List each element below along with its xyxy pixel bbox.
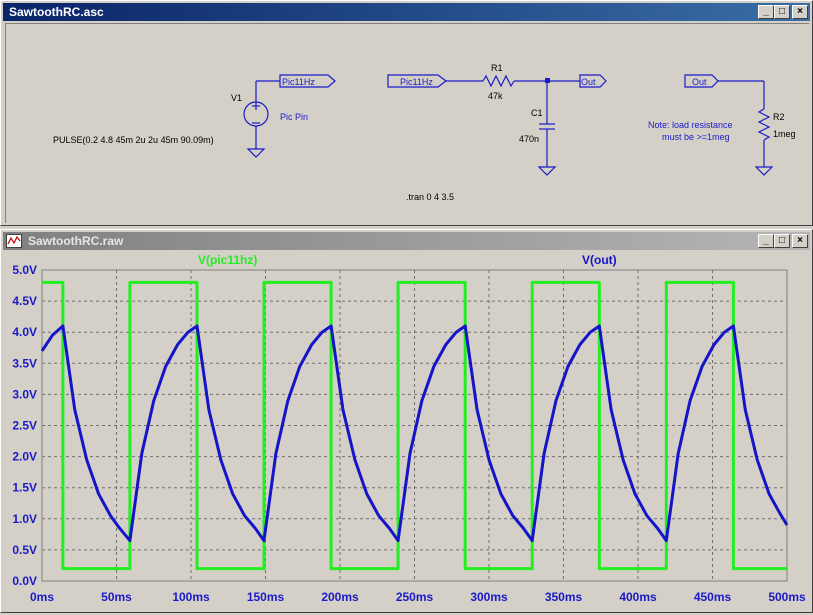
c1-capacitor-symbol[interactable] — [537, 81, 557, 176]
plot-close-button[interactable]: × — [792, 234, 808, 248]
schematic-title-bar[interactable]: SawtoothRC.asc _ □ × — [3, 3, 810, 21]
plot-window-title: SawtoothRC.raw — [28, 234, 124, 248]
schematic-canvas[interactable]: Pic11Hz V1 Pic Pin PULSE(0.2 4.8 45m 2u … — [5, 23, 809, 223]
r1-name: R1 — [491, 63, 503, 73]
y-tick-label: 5.0V — [12, 263, 37, 277]
v1-description: Pic Pin — [280, 112, 308, 122]
trace-v-out[interactable] — [40, 324, 789, 543]
y-tick-label: 0.0V — [12, 574, 37, 588]
c1-name: C1 — [531, 108, 543, 118]
legend-v-out[interactable]: V(out) — [582, 253, 617, 267]
y-tick-label: 1.5V — [12, 481, 37, 495]
schematic-close-button[interactable]: × — [792, 5, 808, 19]
plot-area[interactable]: 0ms 50ms 100ms 150ms 200ms 250ms 300ms 350ms 400… — [3, 252, 810, 610]
x-tick-label: 400ms — [619, 590, 657, 604]
y-tick-label: 2.5V — [12, 419, 37, 433]
x-tick-label: 150ms — [247, 590, 285, 604]
r2-name: R2 — [773, 112, 785, 122]
x-tick-label: 500ms — [768, 590, 806, 604]
x-tick-label: 0ms — [30, 590, 54, 604]
x-tick-label: 350ms — [545, 590, 583, 604]
net-label-pic-r1: Pic11Hz — [400, 77, 433, 87]
v1-name: V1 — [231, 93, 242, 103]
plot-maximize-button[interactable]: □ — [774, 234, 790, 248]
x-tick-label: 450ms — [694, 590, 732, 604]
plot-title-bar[interactable]: SawtoothRC.raw _ □ × — [3, 232, 810, 250]
note-line-2: must be >=1meg — [662, 132, 730, 142]
x-tick-label: 200ms — [321, 590, 359, 604]
schematic-window: SawtoothRC.asc _ □ × Pic11Hz V1 Pic Pin … — [0, 0, 813, 226]
schematic-drawing: Pic11Hz V1 Pic Pin PULSE(0.2 4.8 45m 2u … — [53, 63, 796, 202]
y-tick-label: 3.5V — [12, 356, 37, 370]
tran-directive: .tran 0 4 3.5 — [406, 192, 454, 202]
y-tick-label: 4.0V — [12, 325, 37, 339]
x-tick-label: 100ms — [172, 590, 210, 604]
schematic-maximize-button[interactable]: □ — [774, 5, 790, 19]
c1-value: 470n — [519, 134, 539, 144]
y-tick-label: 0.5V — [12, 543, 37, 557]
r1-resistor-symbol[interactable] — [446, 74, 580, 88]
plot-minimize-button[interactable]: _ — [758, 234, 774, 248]
x-tick-label: 250ms — [396, 590, 434, 604]
r1-value: 47k — [488, 91, 503, 101]
schematic-window-title: SawtoothRC.asc — [9, 5, 104, 19]
note-line-1: Note: load resistance — [648, 120, 733, 130]
y-tick-label: 4.5V — [12, 294, 37, 308]
r2-value: 1meg — [773, 129, 796, 139]
net-label-pic-v1: Pic11Hz — [282, 77, 315, 87]
y-tick-label: 1.0V — [12, 512, 37, 526]
waveform-chart[interactable]: 0ms 50ms 100ms 150ms 200ms 250ms 300ms 350ms 400… — [3, 252, 810, 610]
x-tick-label: 50ms — [101, 590, 132, 604]
plot-window: SawtoothRC.raw _ □ × 0ms 50ms 100ms 150ms 20… — [0, 229, 813, 613]
net-label-out-r2: Out — [692, 77, 707, 87]
schematic-minimize-button[interactable]: _ — [758, 5, 774, 19]
waveform-app-icon — [6, 234, 22, 248]
y-tick-label: 2.0V — [12, 450, 37, 464]
x-tick-label: 300ms — [470, 590, 508, 604]
v1-pulse-spec: PULSE(0.2 4.8 45m 2u 2u 45m 90.09m) — [53, 135, 214, 145]
y-tick-label: 3.0V — [12, 387, 37, 401]
v1-source-symbol[interactable] — [243, 80, 280, 158]
net-label-out-c1: Out — [581, 77, 596, 87]
legend-v-pic11hz[interactable]: V(pic11hz) — [198, 253, 257, 267]
